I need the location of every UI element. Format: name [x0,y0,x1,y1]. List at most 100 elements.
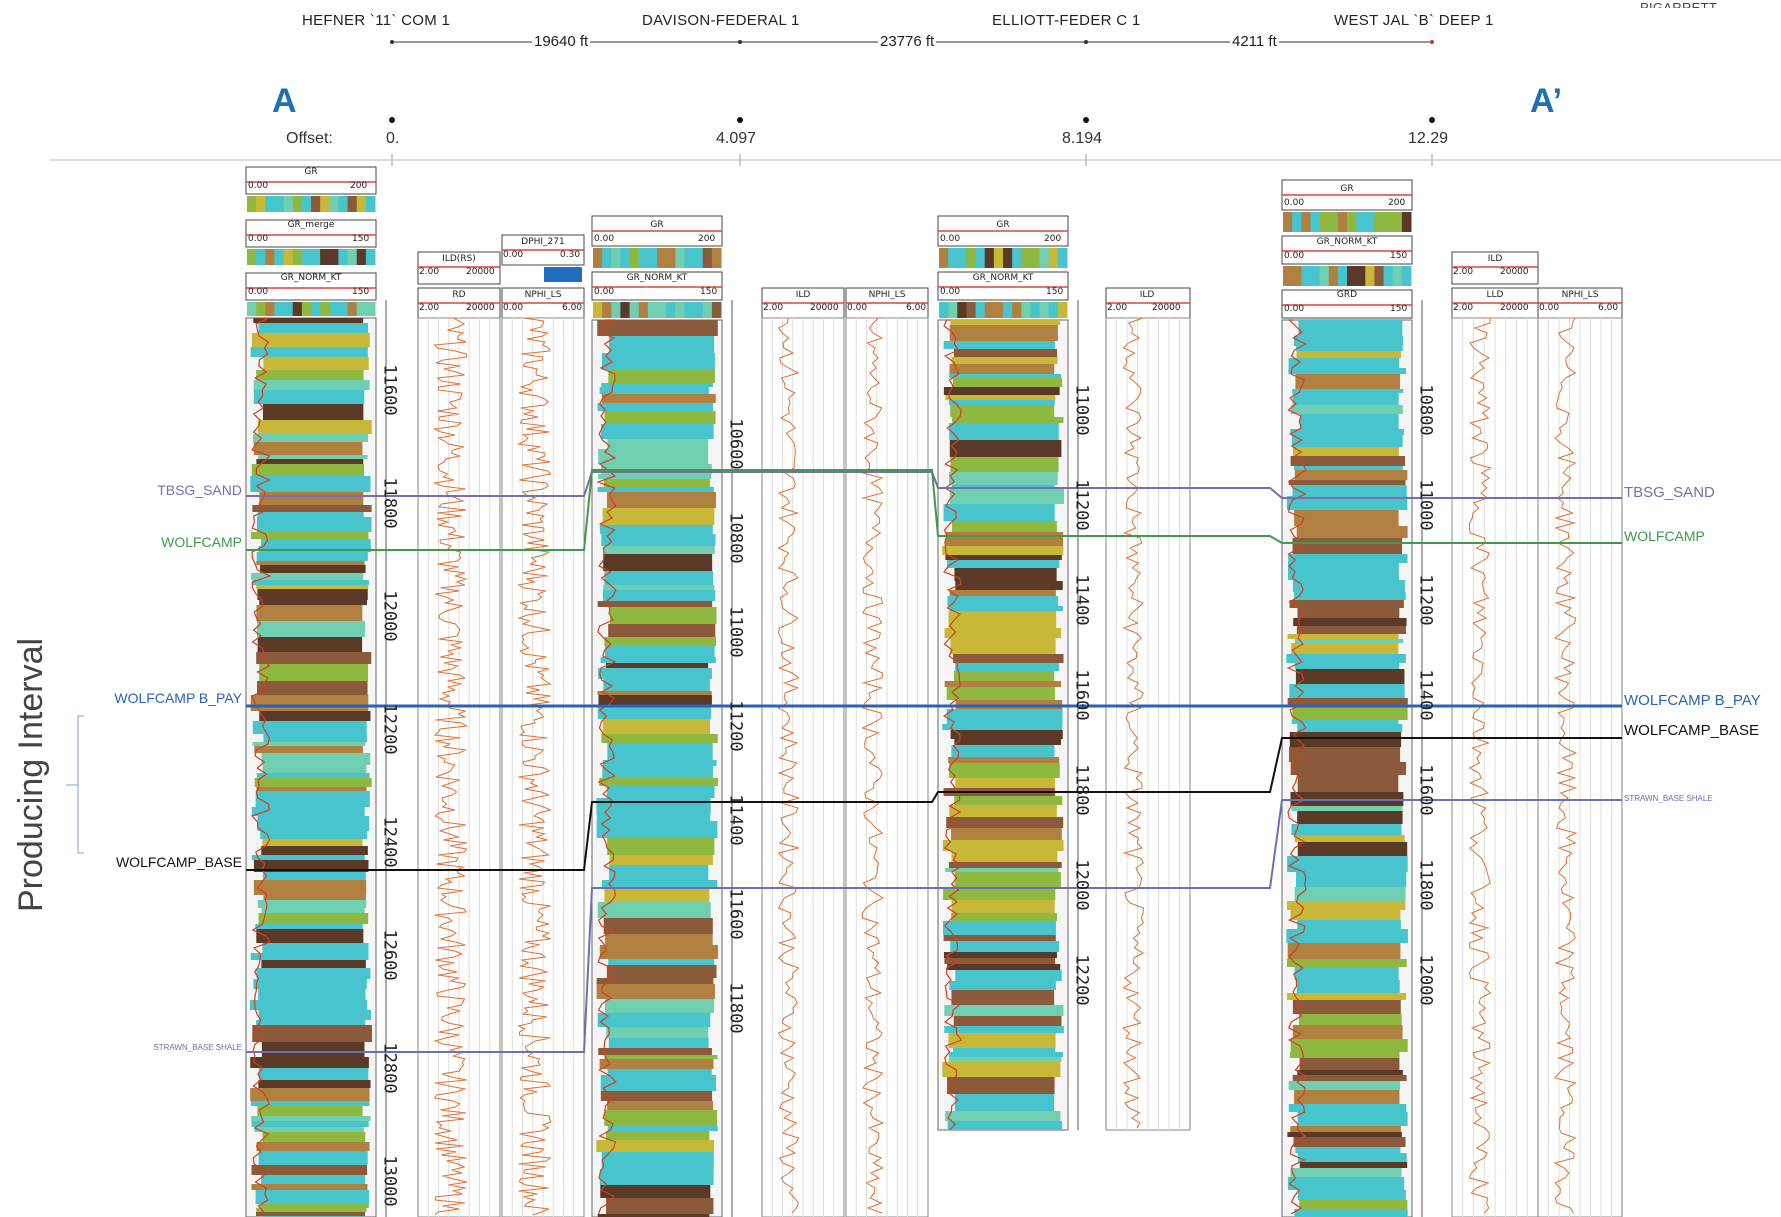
w4-gr-band [1296,351,1401,358]
w2-gr-band [608,959,715,965]
w4-gr-band [1292,1075,1407,1081]
w3-gr-band [943,921,1056,935]
w2-track1-curve: GR [650,220,664,230]
w3-colorbar2-swatch [939,302,949,318]
w2-gr-band [601,734,718,743]
w2-gr-band [597,320,718,336]
depth-label: 11400 [1071,574,1092,626]
w4-track1-min: 0.00 [1284,198,1305,208]
distance-1: 19640 ft [532,33,591,50]
w4-colorbar2-swatch [1392,266,1403,286]
w3-gr-band [946,709,1063,724]
w4-gr-band [1290,1126,1401,1132]
w4-gr-band [1291,806,1403,811]
well-name-davison: DAVISON-FEDERAL 1 [642,12,800,29]
w4-colorbar1-swatch [1383,212,1394,232]
w4-res1-curve: ILD [1487,254,1503,264]
w3-colorbar2-swatch [975,302,986,318]
w4-gr-band [1294,1090,1400,1104]
w2-colorbar1-swatch [693,248,704,268]
w2-res1-max: 20000 [810,303,839,313]
w2-gr-band [607,1069,712,1075]
w3-gr-band [942,546,1064,555]
w1-colorbar1-swatch [329,196,339,212]
w4-gr-band [1294,1209,1408,1217]
w1-colorbar2-swatch [274,249,285,265]
w3-colorbar1-swatch [975,248,986,268]
w2-gr-band [609,336,715,353]
offset-tick-1: 4.097 [716,130,757,147]
w3-gr-band [944,628,1062,638]
w1-track1-max: 200 [350,181,368,191]
w4-gr-band [1287,993,1407,1000]
w1-gr-band [256,621,365,637]
w2-gr-band [603,479,710,487]
w3-track1-curve: GR [996,220,1010,230]
w4-por1-curve: NPHI_LS [1561,290,1599,300]
w2-gr-band [607,1126,718,1131]
w1-gr-band [254,1127,364,1132]
w4-gr-band [1287,1177,1405,1190]
w4-colorbar1-swatch [1310,212,1321,232]
w1-gr-band [258,1068,369,1080]
depth-label: 12400 [379,816,400,868]
depth-label: 11200 [725,700,746,752]
w2-gr-band [604,889,710,902]
w2-gr-band [605,646,715,657]
w1-por2-min: 0.00 [503,303,524,313]
w4-gr-band [1294,663,1400,669]
w2-colorbar1-swatch [620,248,631,268]
w1-colorbar3-swatch [320,302,330,316]
formation-label-left-strawn: STRAWN_BASE SHALE [153,1043,242,1052]
w3-gr-band [952,378,1063,387]
w1-gr-band [262,765,367,773]
w4-gr-band [1299,414,1399,429]
w1-gr-band [251,1184,368,1190]
well-offset-marker [1083,117,1089,123]
w3-gr-band [953,654,1064,663]
w3-gr-band [942,1062,1061,1077]
w3-gr-band [950,405,1055,417]
w2-gr-band [603,585,715,590]
w1-gr-band [260,831,368,839]
w1-colorbar3-swatch [292,302,303,316]
offset-tick-2: 8.194 [1062,130,1103,147]
w4-gr-band [1290,1168,1402,1177]
w3-colorbar2-swatch [1030,302,1041,318]
w3-gr-band [950,457,1059,472]
w3-gr-band [947,1077,1055,1094]
w4-colorbar2-swatch [1401,266,1412,286]
w3-gr-band [945,555,1062,560]
w3-track2-min: 0.00 [940,287,961,297]
w4-gr-band [1290,429,1404,435]
w1-gr-band [250,532,369,539]
w4-gr-band [1290,910,1401,920]
w3-gr-band [944,1005,1064,1016]
w2-gr-band [607,1101,714,1110]
w4-gr-band [1294,470,1408,480]
w4-res2-curve: LLD [1486,290,1504,300]
w4-gr-band [1298,320,1403,336]
w4-gr-band [1292,393,1399,405]
w1-res2-max: 20000 [466,303,495,313]
w4-colorbar1-swatch [1356,212,1366,232]
w4-gr-band [1289,732,1402,747]
w3-gr-band [948,862,1062,868]
w1-colorbar1-swatch [256,196,266,212]
w3-gr-band [951,913,1057,921]
w2-gr-band [607,786,715,798]
w1-colorbar3-swatch [301,302,312,316]
w3-track1-max: 200 [1044,234,1062,244]
w3-gr-band [942,724,1063,730]
w1-gr-band [263,734,367,742]
w3-gr-band [951,745,1055,757]
w2-gr-band [601,383,713,387]
w4-gr-band [1291,435,1403,447]
depth-label: 12800 [379,1042,400,1094]
w4-gr-band [1292,1000,1401,1014]
w3-colorbar2-swatch [993,302,1004,318]
depth-label: 12000 [379,590,400,642]
w4-gr-band [1296,526,1408,538]
w1-colorbar2-swatch [283,249,294,265]
w1-gr-band [251,333,370,347]
